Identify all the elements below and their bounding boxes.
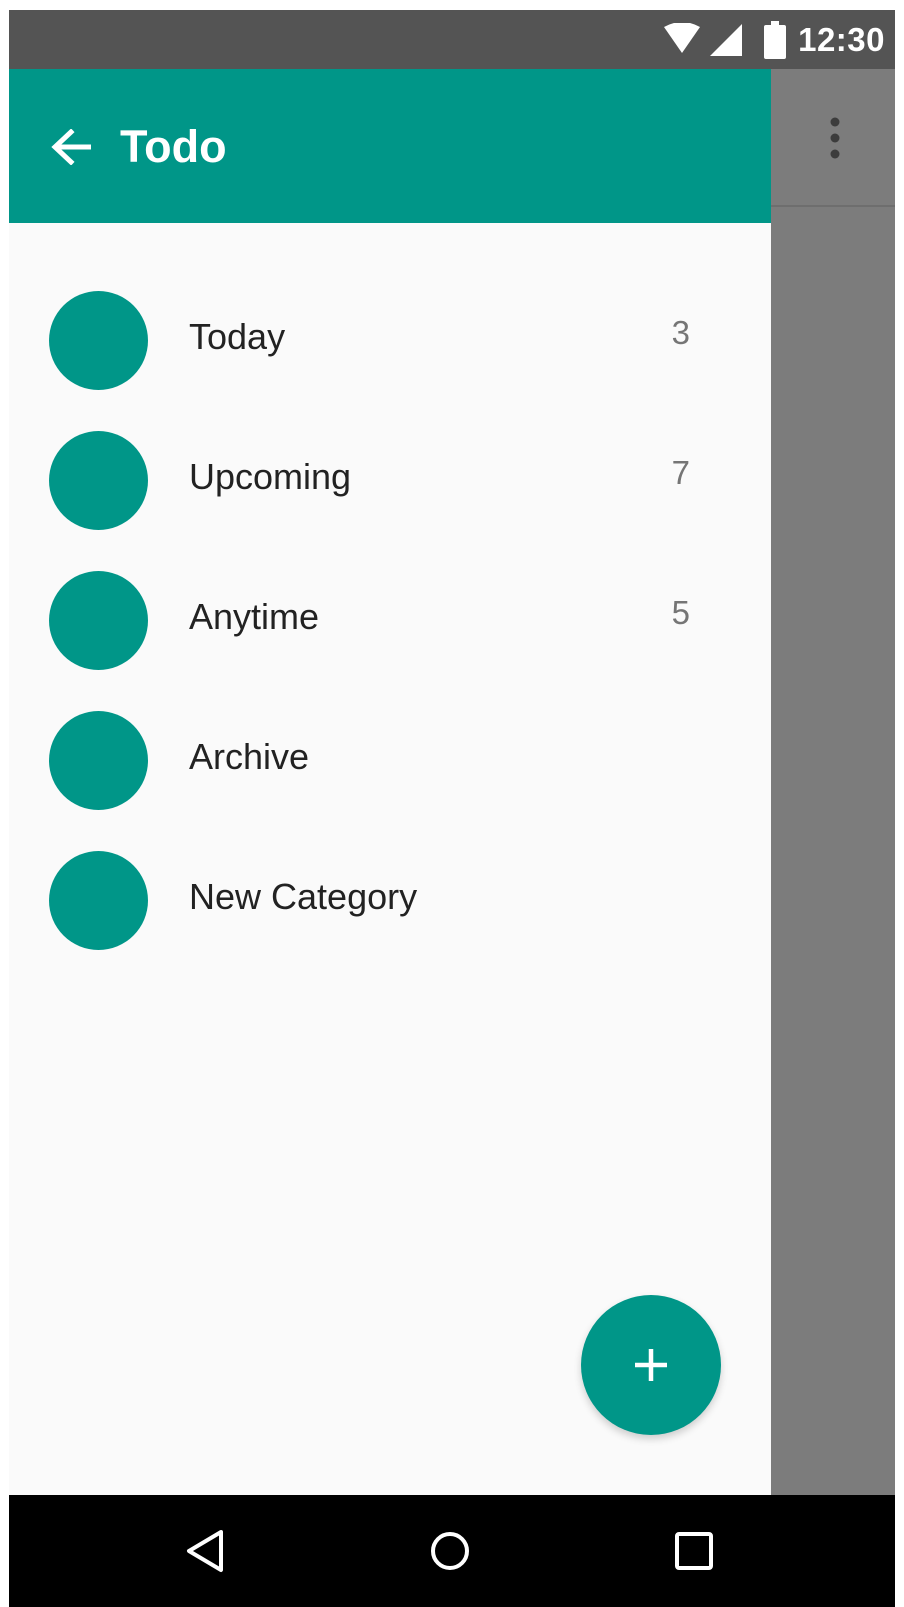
recents-square-icon (675, 1532, 713, 1570)
home-circle-icon (431, 1532, 469, 1570)
battery-icon (764, 20, 787, 59)
device-screen: 12:30 Todo Today 3 Upcoming 7 Anytime 5 … (9, 10, 895, 1607)
category-count: 5 (671, 594, 690, 631)
back-button[interactable] (45, 121, 97, 173)
category-item-archive[interactable]: Archive (9, 711, 771, 851)
background-content-scrim[interactable] (771, 69, 895, 1505)
category-item-anytime[interactable]: Anytime 5 (9, 571, 771, 711)
category-count: 7 (671, 454, 690, 491)
category-avatar (49, 291, 148, 390)
wifi-icon (664, 22, 701, 53)
category-list: Today 3 Upcoming 7 Anytime 5 Archive New… (9, 291, 771, 991)
arrow-back-icon (51, 129, 91, 165)
drawer-header: Todo (9, 69, 771, 223)
category-label: Archive (189, 736, 310, 777)
navigation-drawer: Todo Today 3 Upcoming 7 Anytime 5 Archiv… (9, 69, 771, 1505)
category-avatar (49, 851, 148, 950)
nav-recents-button[interactable] (664, 1521, 724, 1581)
category-count: 3 (671, 314, 690, 351)
nav-home-button[interactable] (420, 1521, 480, 1581)
more-vert-icon (830, 117, 840, 159)
drawer-title: Todo (120, 121, 227, 172)
category-label: New Category (189, 876, 418, 917)
category-item-new-category[interactable]: New Category (9, 851, 771, 991)
status-time: 12:30 (798, 20, 885, 58)
category-label: Today (189, 316, 286, 357)
status-icons: 12:30 (662, 10, 895, 69)
category-label: Upcoming (189, 456, 352, 497)
back-triangle-icon (187, 1530, 223, 1572)
background-toolbar (771, 69, 895, 207)
cellular-signal-icon (710, 23, 743, 56)
category-item-today[interactable]: Today 3 (9, 291, 771, 431)
overflow-menu-button[interactable] (813, 111, 857, 165)
add-icon (635, 1349, 667, 1381)
category-avatar (49, 571, 148, 670)
system-navigation-bar (9, 1495, 895, 1607)
category-label: Anytime (189, 596, 320, 637)
category-avatar (49, 431, 148, 530)
nav-back-button[interactable] (175, 1521, 235, 1581)
status-bar: 12:30 (9, 10, 895, 69)
category-item-upcoming[interactable]: Upcoming 7 (9, 431, 771, 571)
category-avatar (49, 711, 148, 810)
add-category-fab[interactable] (581, 1295, 721, 1435)
